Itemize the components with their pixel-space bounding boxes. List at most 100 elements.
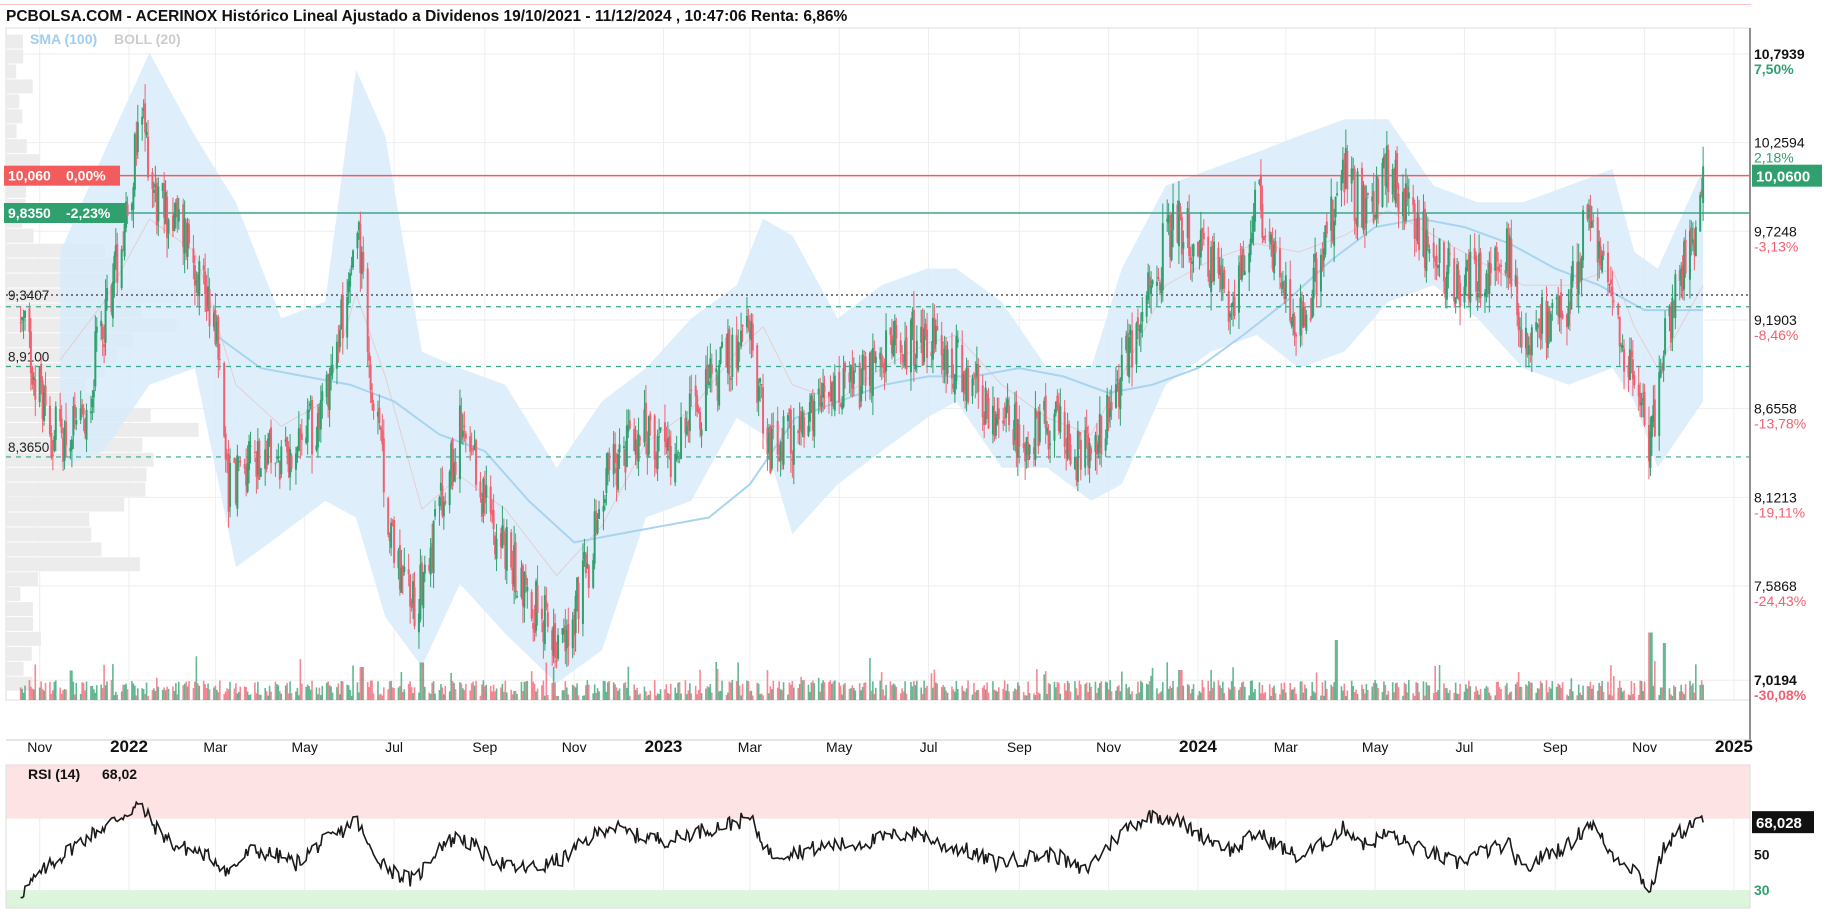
volume-bar-down bbox=[402, 691, 404, 700]
volume-bar-down bbox=[1326, 689, 1328, 700]
volume-bar-down bbox=[933, 669, 936, 700]
volume-bar-up bbox=[1311, 681, 1313, 700]
volume-bar-down bbox=[116, 694, 119, 700]
volume-bar-up bbox=[501, 683, 504, 700]
volume-bar-up bbox=[965, 688, 968, 700]
volume-bar-up bbox=[861, 687, 864, 700]
volume-bar-up bbox=[1182, 685, 1185, 700]
candle-body-down bbox=[1377, 178, 1380, 205]
volume-bar-up bbox=[1094, 681, 1097, 700]
candle-body-up bbox=[1381, 162, 1384, 207]
volume-bar-up bbox=[305, 686, 307, 700]
candle-body-down bbox=[1633, 374, 1636, 386]
candle-body-down bbox=[379, 426, 382, 431]
volume-bar-down bbox=[511, 694, 514, 700]
volume-bar-down bbox=[327, 681, 329, 700]
volume-bar-down bbox=[202, 680, 205, 700]
volume-bar-up bbox=[992, 681, 994, 700]
volume-bar-down bbox=[1384, 685, 1387, 700]
volume-bar-down bbox=[1529, 682, 1532, 700]
volume-bar-up bbox=[894, 684, 896, 700]
volume-bar-up bbox=[1598, 682, 1600, 700]
volume-bar-up bbox=[473, 685, 476, 700]
volume-bar-down bbox=[451, 680, 454, 700]
volume-bar-up bbox=[563, 690, 565, 700]
volume-bar-down bbox=[494, 691, 496, 700]
volume-bar-up bbox=[648, 694, 650, 700]
volume-bar-down bbox=[387, 689, 389, 700]
support-level-label: 8,9100 bbox=[8, 349, 49, 364]
candle-body-down bbox=[1561, 314, 1564, 319]
volume-bar-down bbox=[311, 680, 313, 700]
volume-bar-up bbox=[875, 687, 877, 700]
volume-bar-up bbox=[350, 695, 353, 700]
volume-bar-up bbox=[1125, 683, 1128, 700]
volume-bar-up bbox=[397, 687, 400, 700]
rsi-y-tick-label: 50 bbox=[1754, 846, 1770, 862]
volume-bar-up bbox=[740, 695, 742, 700]
volume-bar-down bbox=[464, 683, 467, 700]
volume-bar-down bbox=[752, 695, 754, 700]
volume-bar-up bbox=[1437, 690, 1439, 700]
current-price-badge-value: 10,060 bbox=[8, 168, 51, 184]
x-tick-label: 2023 bbox=[645, 737, 683, 756]
volume-bar-down bbox=[851, 685, 854, 700]
candle-body-up bbox=[91, 398, 94, 408]
volume-bar-down bbox=[1068, 683, 1070, 700]
volume-bar-up bbox=[1391, 682, 1394, 700]
volume-bar-down bbox=[769, 686, 772, 700]
volume-bar-up bbox=[1405, 684, 1407, 700]
volume-bar-down bbox=[286, 683, 288, 700]
volume-bar-up bbox=[100, 684, 102, 700]
candle-body-down bbox=[1606, 252, 1609, 283]
volume-bar-down bbox=[873, 693, 876, 700]
candle-body-up bbox=[914, 364, 917, 370]
volume-profile-bar bbox=[6, 602, 33, 617]
candle-body-up bbox=[308, 410, 311, 412]
candle-body-up bbox=[403, 566, 406, 572]
volume-bar-down bbox=[489, 686, 492, 700]
candle-body-up bbox=[971, 378, 974, 397]
volume-bar-down bbox=[1700, 680, 1703, 700]
candle-body-down bbox=[1684, 239, 1687, 274]
candle-body-down bbox=[126, 204, 129, 216]
volume-bar-up bbox=[24, 685, 26, 700]
volume-bar-down bbox=[1548, 686, 1551, 700]
volume-bar-up bbox=[1166, 662, 1169, 700]
x-tick-label: May bbox=[291, 739, 317, 755]
volume-bar-down bbox=[1576, 695, 1579, 700]
candle-body-down bbox=[233, 457, 236, 464]
candle-body-down bbox=[413, 587, 416, 627]
candle-body-up bbox=[1334, 196, 1337, 218]
candle-body-down bbox=[669, 445, 672, 478]
candle-body-up bbox=[782, 416, 785, 465]
volume-bar-down bbox=[747, 681, 750, 700]
candle-body-down bbox=[60, 418, 63, 434]
candle-body-down bbox=[1223, 269, 1226, 289]
volume-bar-down bbox=[1487, 687, 1489, 700]
volume-bar-down bbox=[1435, 691, 1438, 700]
candle-body-up bbox=[688, 393, 691, 432]
y-tick-percent: -3,13% bbox=[1754, 238, 1798, 254]
volume-bar-up bbox=[1408, 680, 1410, 700]
candle-body-up bbox=[1191, 261, 1194, 264]
volume-bar-up bbox=[1422, 681, 1425, 700]
rsi-oversold-zone bbox=[6, 890, 1750, 908]
candle-body-up bbox=[321, 391, 324, 401]
volume-bar-down bbox=[998, 687, 1000, 700]
volume-bar-up bbox=[358, 692, 360, 700]
volume-profile-bar bbox=[6, 676, 33, 691]
candle-body-up bbox=[718, 364, 721, 406]
candle-body-up bbox=[1551, 303, 1554, 309]
volume-bar-up bbox=[605, 691, 608, 700]
candle-body-down bbox=[1002, 420, 1005, 424]
candle-body-up bbox=[1694, 226, 1697, 256]
candle-body-up bbox=[786, 415, 789, 422]
candle-body-down bbox=[863, 351, 866, 353]
candle-body-up bbox=[1702, 166, 1705, 204]
candle-body-up bbox=[1028, 445, 1031, 455]
volume-bar-down bbox=[986, 682, 988, 700]
volume-bar-up bbox=[1535, 692, 1538, 700]
volume-bar-up bbox=[1099, 682, 1101, 700]
volume-bar-down bbox=[1538, 688, 1540, 700]
